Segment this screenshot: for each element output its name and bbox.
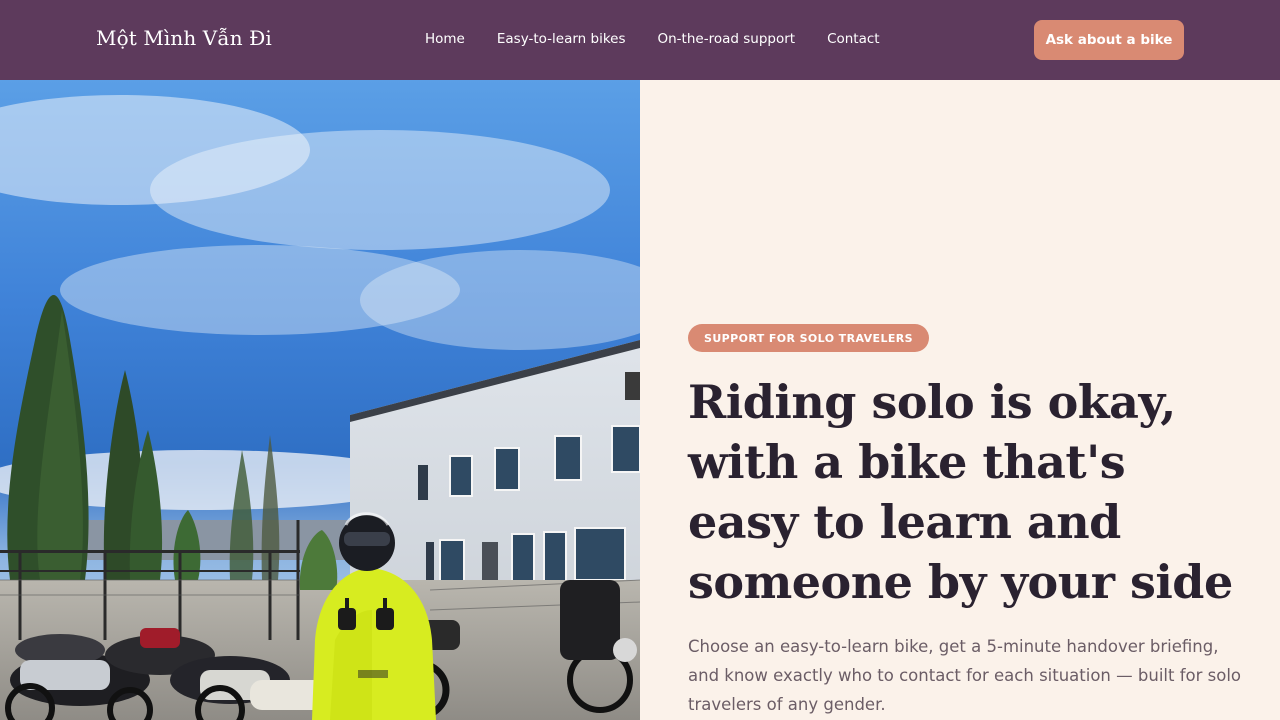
brand-logo[interactable]: Một Mình Vẫn Đi bbox=[96, 26, 272, 50]
ask-about-bike-button[interactable]: Ask about a bike bbox=[1034, 20, 1184, 60]
hero-photo bbox=[0, 80, 640, 720]
nav-on-the-road-support[interactable]: On-the-road support bbox=[658, 31, 796, 47]
hero-copy: SUPPORT FOR SOLO TRAVELERS Riding solo i… bbox=[640, 80, 1280, 720]
hero-headline: Riding solo is okay, with a bike that's … bbox=[688, 375, 1233, 609]
main-nav: Home Easy-to-learn bikes On-the-road sup… bbox=[425, 31, 912, 47]
nav-home[interactable]: Home bbox=[425, 31, 465, 47]
hero-photo-illustration bbox=[0, 80, 640, 720]
nav-easy-to-learn-bikes[interactable]: Easy-to-learn bikes bbox=[497, 31, 626, 47]
nav-contact[interactable]: Contact bbox=[827, 31, 880, 47]
hero-badge: SUPPORT FOR SOLO TRAVELERS bbox=[688, 324, 929, 352]
site-header: Một Mình Vẫn Đi Home Easy-to-learn bikes… bbox=[0, 0, 1280, 80]
hero-description: Choose an easy-to-learn bike, get a 5-mi… bbox=[688, 637, 1241, 714]
